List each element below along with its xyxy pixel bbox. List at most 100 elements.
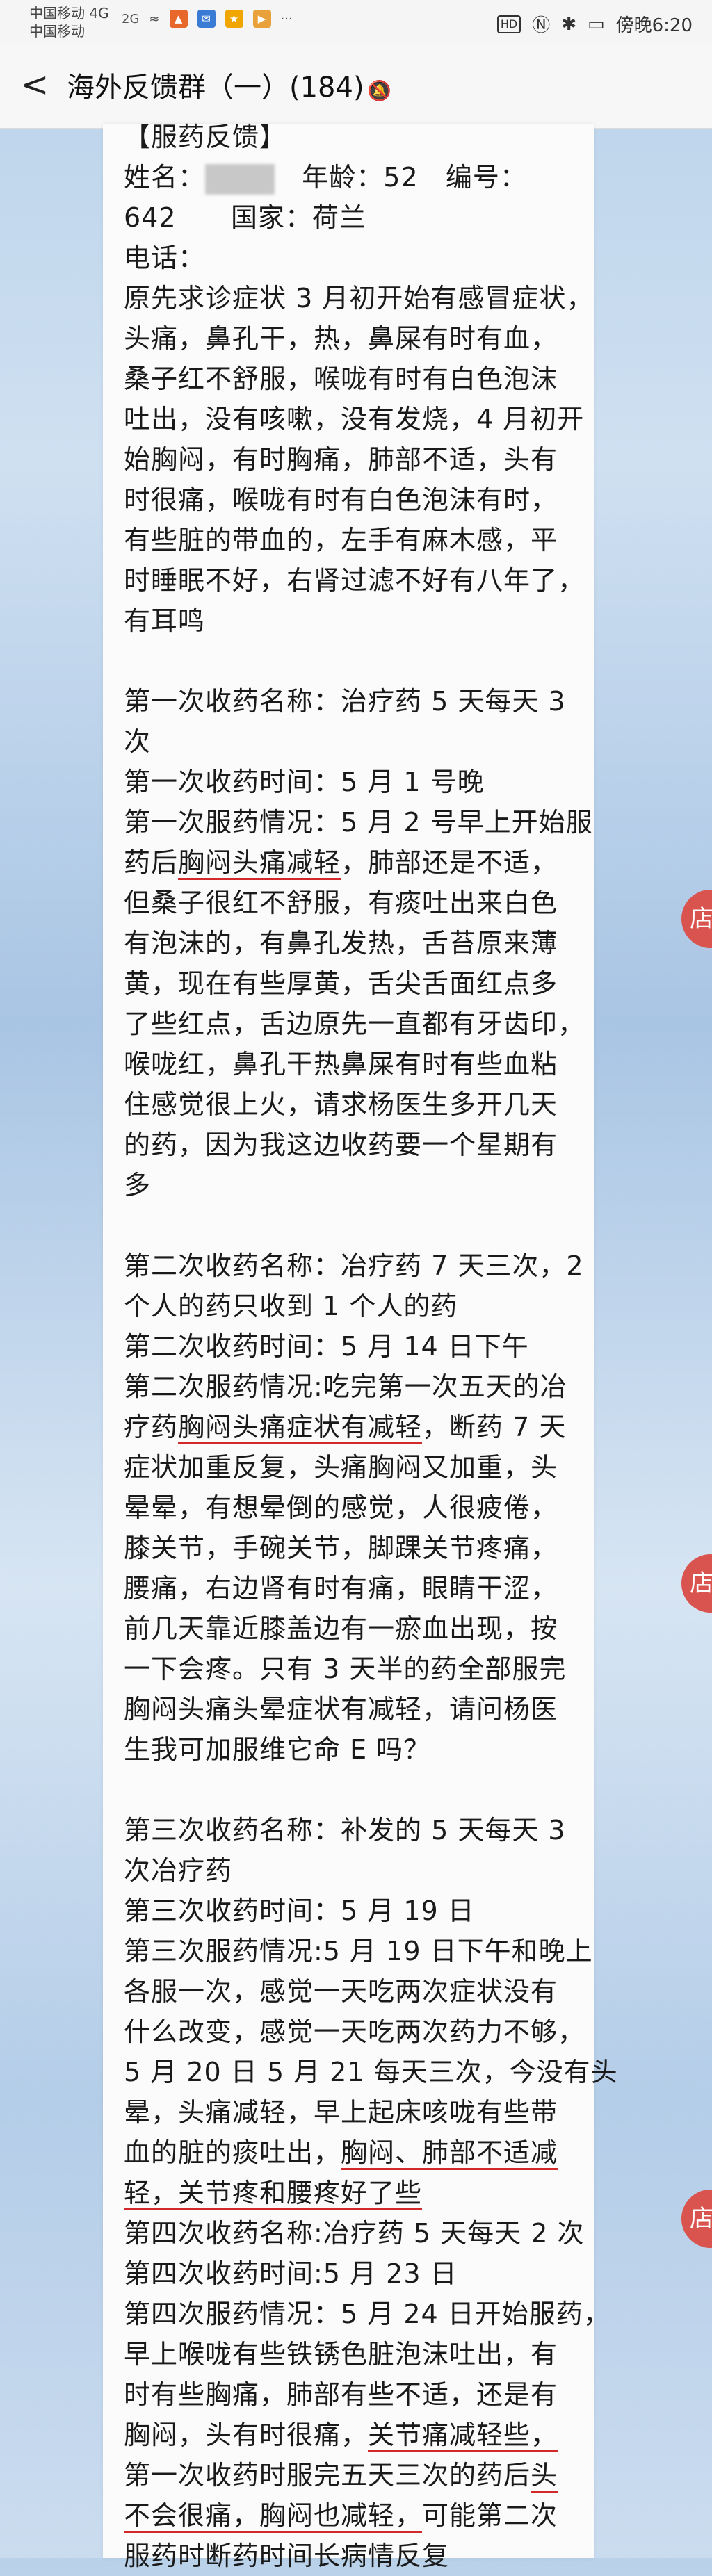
underlined-highlight: 胸闷头痛症状有减轻: [178, 1412, 423, 1444]
fourth-status-line: 第一次收药时服完五天三次的药后头: [124, 2455, 597, 2495]
symptom-line: 始胸闷，有时胸痛，肺部不适，头有: [124, 444, 558, 475]
symptom-line: 时睡眠不好，右肾过滤不好有八年了，: [124, 565, 585, 596]
info-line-2: 642 国家：荷兰: [124, 197, 597, 238]
second-status-line: 膝关节，手碗关节，脚踝关节疼痛，: [124, 1533, 558, 1563]
first-name-line: 次: [124, 726, 152, 757]
third-status-line: 血的脏的痰吐出，胸闷、肺部不适减: [124, 2133, 597, 2173]
side-button[interactable]: 店: [681, 890, 712, 948]
side-button-label: 店: [690, 2205, 712, 2233]
side-button-label: 店: [690, 1570, 712, 1597]
first-status-line: 有泡沫的，有鼻孔发热，舌苔原来薄: [124, 928, 558, 959]
fourth-status-line: 第四次服药情况：5 月 24 日开始服药，: [124, 2299, 610, 2329]
symptom-line: 时很痛，喉咙有时有白色泡沫有时，: [124, 484, 558, 515]
text-segment: ，断药 7 天: [422, 1412, 567, 1442]
fourth-name-line: 第四次收药名称:冶疗药 5 天每天 2 次: [124, 2218, 585, 2249]
second-status-line: 疗药胸闷头痛症状有减轻，断药 7 天: [124, 1407, 597, 1447]
underlined-highlight: 轻，关节疼和腰疼好了些: [124, 2178, 423, 2210]
second-time-line: 第二次收药时间：5 月 14 日下午: [124, 1331, 529, 1362]
app-notification-icon: ✉: [197, 10, 216, 28]
third-status-line: 各服一次，感觉一天吃两次症状没有: [124, 1976, 558, 2007]
second-status-line: 前几天靠近膝盖边有一瘀血出现，按: [124, 1613, 558, 1644]
side-button[interactable]: 店: [681, 2190, 712, 2248]
second-status-line: 腰痛，右边肾有时有痛，眼睛干涩，: [124, 1573, 558, 1604]
nfc-icon: Ⓝ: [532, 15, 551, 36]
age: 年龄：52: [302, 162, 419, 193]
symptom-line: 有耳鸣: [124, 605, 206, 636]
third-status-line: 轻，关节疼和腰疼好了些: [124, 2173, 597, 2213]
third-name-line: 次冶疗药: [124, 1855, 233, 1886]
fourth-status-line: 不会很痛，胸闷也减轻，可能第二次: [124, 2495, 597, 2536]
first-status-line: 了些红点，舌边原先一直都有牙齿印，: [124, 1009, 585, 1039]
chat-header: < 海外反馈群（一）(184) 🔕: [0, 44, 712, 129]
info-line-1: 姓名： 年龄：52 编号：: [124, 157, 597, 197]
carrier-2: 中国移动: [29, 23, 85, 40]
app-notification-icon: ★: [225, 10, 243, 28]
third-status-line: 第三次服药情况:5 月 19 日下午和晚上: [124, 1936, 593, 1966]
country: 国家：荷兰: [231, 202, 367, 233]
redacted-name: [205, 163, 275, 195]
mute-icon: 🔕: [367, 79, 391, 102]
fourth-status-line: 早上喉咙有些铁锈色脏泡沫吐出，有: [124, 2339, 558, 2370]
clock: 傍晚6:20: [615, 15, 693, 36]
second-status-line: 症状加重反复，头痛胸闷又加重，头: [124, 1452, 558, 1483]
first-status-line: 住感觉很上火，请求杨医生多开几天: [124, 1089, 558, 1120]
fourth-time-line: 第四次收药时间:5 月 23 日: [124, 2258, 458, 2289]
symptom-line: 桑子红不舒服，喉咙有时有白色泡沫: [124, 364, 558, 394]
underlined-highlight: 头: [531, 2460, 558, 2493]
side-button-label: 店: [690, 905, 712, 933]
third-time-line: 第三次收药时间：5 月 19 日: [124, 1896, 475, 1926]
id-label: 编号：: [445, 162, 527, 193]
first-name-line: 第一次收药名称：治疗药 5 天每天 3: [124, 686, 566, 717]
battery-icon: ▭: [588, 13, 605, 35]
underlined-highlight: 胸闷头痛减轻: [178, 847, 341, 880]
second-status-line: 生我可加服维它命 E 吗？: [124, 1734, 431, 1765]
text-segment: 疗药: [124, 1412, 179, 1442]
first-status-line: 的药，因为我这边收药要一个星期有: [124, 1130, 558, 1160]
second-name-line: 第二次收药名称：冶疗药 7 天三次，2: [124, 1250, 584, 1281]
third-status-line: 5 月 20 日 5 月 21 每天三次，今没有头: [124, 2057, 618, 2087]
third-status-line: 晕，头痛减轻，早上起床咳咙有些带: [124, 2097, 558, 2128]
text-segment: 可能第二次: [422, 2500, 558, 2531]
first-status-line: 第一次服药情况：5 月 2 号早上开始服: [124, 807, 593, 838]
symptom-line: 原先求诊症状 3 月初开始有感冒症状，: [124, 283, 594, 313]
back-icon[interactable]: <: [21, 65, 49, 104]
text-segment: ，肺部还是不适，: [341, 847, 558, 878]
text-segment: 胸闷，头有时很痛，: [124, 2420, 369, 2450]
fourth-status-line: 胸闷，头有时很痛，关节痛减轻些，: [124, 2415, 597, 2455]
bluetooth-icon: ✱: [561, 13, 577, 35]
feedback-text: 【服药反馈】 姓名： 年龄：52 编号： 642 国家：荷兰 电话： 原先求诊症…: [124, 117, 618, 2576]
text-segment: 药后: [124, 847, 179, 878]
underlined-highlight: 胸闷、肺部不适减: [341, 2137, 558, 2170]
more-icon: ···: [280, 11, 293, 26]
play-icon: ▶: [252, 10, 271, 28]
second-name-line: 个人的药只收到 1 个人的药: [124, 1291, 458, 1321]
side-button[interactable]: 店: [681, 1554, 712, 1613]
text-segment: 第一次收药时服完五天三次的药后: [124, 2460, 531, 2491]
second-status-line: 胸闷头痛头晕症状有减轻，请问杨医: [124, 1694, 558, 1725]
carrier-1: 中国移动 4G: [29, 5, 109, 22]
signal-2g: 2G: [122, 11, 140, 26]
first-status-line: 多: [124, 1170, 152, 1200]
first-status-line: 黄，现在有些厚黄，舌尖舌面红点多: [124, 968, 558, 999]
first-status-line: 但桑子很红不舒服，有痰吐出来白色: [124, 888, 558, 918]
first-time-line: 第一次收药时间：5 月 1 号晚: [124, 767, 485, 797]
carrier-info: 中国移动 4G 中国移动: [29, 4, 109, 40]
id-value: 642: [124, 202, 177, 233]
status-icons: 2G ≈ ▲ ✉ ★ ▶ ···: [122, 10, 293, 28]
underlined-highlight: 不会很痛，胸闷也减轻，: [124, 2500, 423, 2533]
status-bar: 中国移动 4G 中国移动 2G ≈ ▲ ✉ ★ ▶ ··· HD Ⓝ ✱ ▭ 傍…: [0, 0, 712, 44]
symptom-line: 吐出，没有咳嗽，没有发烧，4 月初开: [124, 404, 585, 434]
name-label: 姓名：: [124, 162, 206, 193]
first-status-line: 喉咙红，鼻孔干热鼻屎有时有些血粘: [124, 1049, 558, 1079]
underlined-highlight: 关节痛减轻些，: [368, 2420, 558, 2452]
second-status-line: 第二次服药情况:吃完第一次五天的冶: [124, 1371, 567, 1402]
symptom-line: 有些脏的带血的，左手有麻木感，平: [124, 525, 558, 555]
text-segment: 血的脏的痰吐出，: [124, 2137, 341, 2168]
header-label: 【服药反馈】: [124, 122, 287, 152]
phone-label: 电话：: [124, 243, 206, 273]
fourth-status-line: 服药时断药时间长病情反复: [124, 2541, 450, 2571]
chat-title: 海外反馈群（一）(184): [67, 72, 364, 104]
app-notification-icon: ▲: [169, 10, 188, 28]
second-status-line: 晕晕，有想晕倒的感觉，人很疲倦，: [124, 1492, 558, 1523]
status-right: HD Ⓝ ✱ ▭ 傍晚6:20: [496, 11, 693, 37]
